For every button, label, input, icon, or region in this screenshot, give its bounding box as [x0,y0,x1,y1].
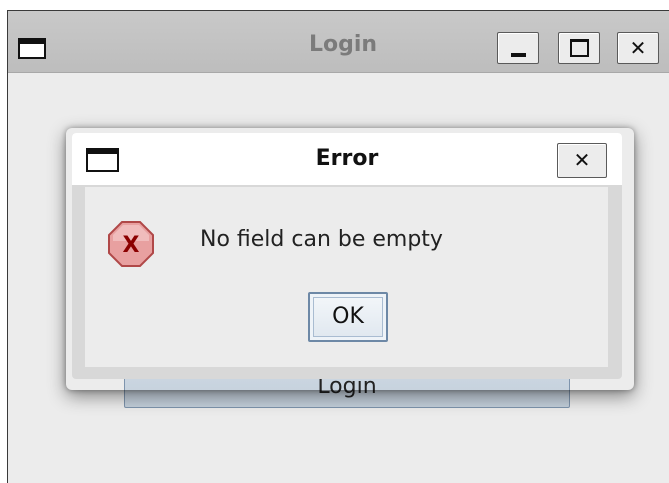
ok-button[interactable]: OK [308,292,388,342]
error-icon: X [108,221,154,267]
error-icon-glyph: X [123,233,140,258]
close-icon: ✕ [573,148,591,172]
minimize-icon [511,53,526,57]
close-button[interactable]: ✕ [617,32,659,64]
maximize-button[interactable] [558,32,600,64]
window-icon [18,38,46,59]
dialog-title: Error [315,146,379,171]
minimize-button[interactable] [497,32,539,64]
dialog-close-button[interactable]: ✕ [557,143,607,178]
screen: Login ✕ Login Error ✕ X No field can be … [0,0,669,483]
dialog-window-icon [86,148,119,172]
maximize-icon [570,39,589,57]
dialog-body: X No field can be empty OK [85,187,608,367]
window-title: Login [308,32,378,57]
close-icon: ✕ [629,36,647,60]
error-message: No field can be empty [200,227,443,252]
login-window-titlebar[interactable]: Login ✕ [8,11,669,73]
error-dialog-titlebar[interactable]: Error ✕ [72,133,622,185]
error-dialog: Error ✕ X No field can be empty OK [72,133,622,379]
